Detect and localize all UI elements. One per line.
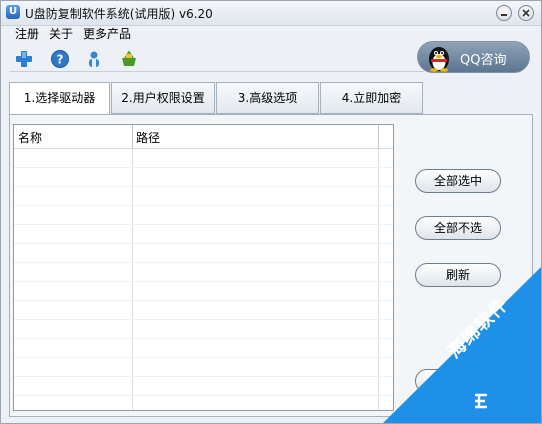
tab-encrypt-now[interactable]: 4.立即加密 bbox=[320, 82, 423, 114]
row-gridline bbox=[14, 186, 393, 187]
tab-select-drive[interactable]: 1.选择驱动器 bbox=[9, 82, 110, 115]
qq-consult-button[interactable]: QQ咨询 bbox=[417, 41, 530, 73]
title-bar: U U盘防复制软件系统(试用版) v6.20 bbox=[1, 1, 541, 26]
column-divider[interactable] bbox=[378, 125, 379, 148]
qq-consult-label: QQ咨询 bbox=[460, 53, 507, 68]
help-icon[interactable]: ? bbox=[50, 49, 70, 69]
close-button[interactable] bbox=[518, 5, 534, 21]
row-gridline bbox=[14, 262, 393, 263]
add-icon[interactable] bbox=[14, 49, 34, 69]
basket-icon[interactable] bbox=[119, 49, 139, 69]
watermark-logo-icon bbox=[475, 393, 487, 409]
toolbar-divider bbox=[9, 71, 424, 72]
close-icon bbox=[522, 9, 530, 17]
column-header-name[interactable]: 名称 bbox=[18, 129, 42, 146]
qq-penguin-icon bbox=[429, 47, 449, 72]
row-gridline bbox=[14, 300, 393, 301]
user-icon[interactable] bbox=[84, 49, 104, 69]
row-gridline bbox=[14, 243, 393, 244]
row-gridline bbox=[14, 395, 393, 396]
tab-user-permissions[interactable]: 2.用户权限设置 bbox=[111, 82, 215, 114]
minimize-button[interactable] bbox=[496, 5, 512, 21]
row-gridline bbox=[14, 224, 393, 225]
drive-list-table[interactable]: 名称 路径 bbox=[13, 124, 394, 411]
window-title: U盘防复制软件系统(试用版) v6.20 bbox=[25, 7, 213, 21]
select-all-button[interactable]: 全部选中 bbox=[415, 169, 501, 193]
row-gridline bbox=[14, 376, 393, 377]
app-window: U U盘防复制软件系统(试用版) v6.20 注册 关于 更多产品 ? QQ咨询… bbox=[0, 0, 542, 424]
column-divider[interactable] bbox=[132, 125, 133, 148]
table-header: 名称 路径 bbox=[14, 125, 393, 149]
menu-more-products[interactable]: 更多产品 bbox=[83, 25, 131, 42]
row-gridline bbox=[14, 357, 393, 358]
minimize-icon bbox=[501, 14, 507, 16]
column-gridline bbox=[378, 148, 379, 410]
row-gridline bbox=[14, 167, 393, 168]
menu-register[interactable]: 注册 bbox=[15, 25, 39, 42]
column-gridline bbox=[132, 148, 133, 410]
row-gridline bbox=[14, 338, 393, 339]
svg-text:?: ? bbox=[57, 53, 64, 67]
menu-about[interactable]: 关于 bbox=[49, 25, 73, 42]
row-gridline bbox=[14, 319, 393, 320]
toolbar: ? bbox=[1, 43, 421, 73]
select-none-button[interactable]: 全部不选 bbox=[415, 216, 501, 240]
row-gridline bbox=[14, 281, 393, 282]
row-gridline bbox=[14, 205, 393, 206]
column-header-path[interactable]: 路径 bbox=[136, 129, 160, 146]
app-logo-icon: U bbox=[6, 5, 20, 19]
watermark-overlay: 海绵软件 bbox=[381, 265, 541, 423]
tab-advanced-options[interactable]: 3.高级选项 bbox=[216, 82, 319, 114]
